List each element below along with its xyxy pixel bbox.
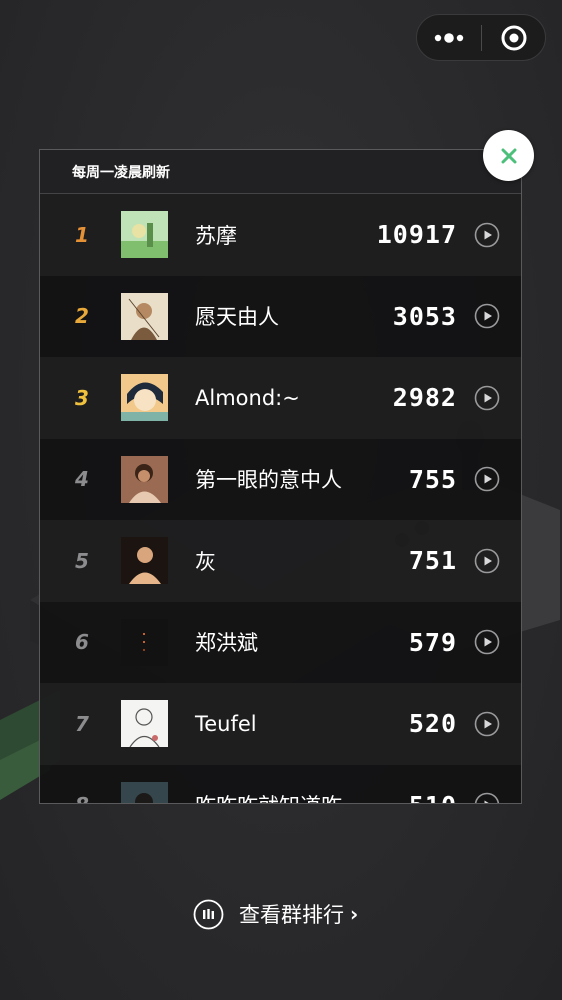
rank-number: 4 (75, 467, 89, 492)
ranking-row: 8 咋咋咋就知道咋 510 (40, 764, 521, 804)
ranking-row: 3 Almond:~ 2982 (40, 357, 521, 439)
rank-number: 8 (70, 793, 94, 803)
avatar (121, 618, 168, 666)
player-score: 510 (409, 791, 457, 803)
player-name: 咋咋咋就知道咋 (195, 790, 342, 803)
ranking-row: 4 第一眼的意中人 755 (40, 438, 521, 520)
more-dots-icon (434, 32, 464, 43)
player-score: 755 (408, 464, 457, 494)
ranking-row: 1 苏摩 10917 (40, 194, 521, 276)
rank-number: 7 (75, 711, 89, 736)
target-icon (501, 25, 526, 50)
ranking-panel: 每周一凌晨刷新 1 苏摩 10917 2 愿天由人 3053 3 Almond:… (39, 149, 522, 804)
ranking-row: 2 愿天由人 3053 (40, 275, 521, 357)
rank-number: 2 (75, 304, 89, 329)
play-icon[interactable] (474, 303, 500, 329)
avatar (121, 374, 168, 422)
player-score: 2982 (392, 383, 457, 413)
panel-header: 每周一凌晨刷新 (40, 150, 521, 194)
avatar (121, 781, 168, 803)
rank-number: 6 (75, 630, 89, 655)
close-button[interactable] (483, 130, 534, 181)
play-icon[interactable] (474, 629, 500, 655)
player-score: 10917 (376, 220, 457, 250)
play-icon[interactable] (474, 548, 500, 574)
avatar (121, 537, 168, 585)
rank-number: 3 (75, 385, 89, 410)
player-name: Almond:~ (195, 385, 300, 410)
play-icon[interactable] (474, 385, 500, 411)
player-name: 郑洪斌 (195, 631, 258, 656)
player-name: 愿天由人 (195, 305, 279, 330)
ranking-list[interactable]: 1 苏摩 10917 2 愿天由人 3053 3 Almond:~ 2982 4… (40, 194, 521, 804)
player-score: 751 (408, 546, 457, 576)
miniprogram-capsule (416, 14, 546, 61)
player-name: Teufel (195, 711, 257, 736)
rank-number: 1 (75, 222, 89, 247)
player-name: 灰 (195, 549, 216, 574)
play-icon[interactable] (474, 711, 500, 737)
avatar (121, 455, 168, 503)
bar-chart-icon (193, 899, 224, 929)
ranking-row: 6 郑洪斌 579 (40, 601, 521, 683)
ranking-row: 5 灰 751 (40, 520, 521, 602)
close-icon (501, 148, 516, 163)
avatar (121, 292, 168, 340)
exit-button[interactable] (482, 15, 545, 60)
avatar (121, 700, 168, 748)
group-ranking-label: 查看群排行 (239, 903, 344, 927)
ranking-row: 7 Teufel 520 (40, 683, 521, 765)
chevron-right-icon: › (350, 902, 359, 926)
game-ranking-screen: 每周一凌晨刷新 1 苏摩 10917 2 愿天由人 3053 3 Almond:… (0, 0, 562, 1000)
more-button[interactable] (417, 15, 481, 60)
rank-number: 5 (75, 548, 89, 573)
group-ranking-link[interactable]: 查看群排行 › (193, 898, 358, 930)
player-score: 579 (408, 627, 457, 657)
player-name: 苏摩 (195, 223, 237, 248)
player-score: 520 (408, 709, 457, 739)
play-icon[interactable] (474, 222, 500, 248)
play-icon[interactable] (474, 466, 500, 492)
play-icon[interactable] (474, 792, 500, 804)
avatar (121, 211, 168, 259)
player-score: 3053 (392, 301, 457, 331)
player-name: 第一眼的意中人 (195, 468, 342, 493)
